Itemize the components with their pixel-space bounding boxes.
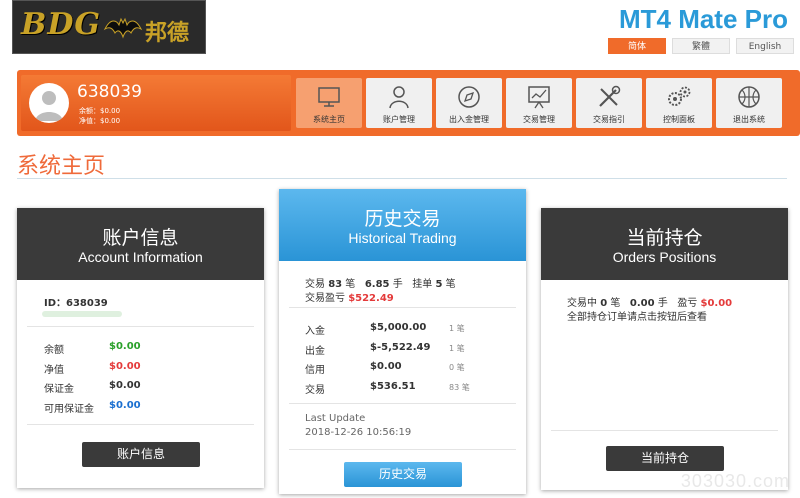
nav-label: 账户管理 [383, 115, 415, 124]
balance-value: $0.00 [109, 341, 141, 352]
equity-value: $0.00 [109, 361, 141, 372]
positions-button[interactable]: 当前持仓 [606, 446, 724, 471]
margin-value: $0.00 [109, 380, 141, 391]
equity-label: 净值 [44, 365, 64, 376]
user-icon [35, 91, 63, 121]
blurred-text [42, 311, 122, 317]
pending-unit: 笔 [445, 279, 456, 290]
deposit-value: $5,000.00 [370, 322, 427, 333]
bat-logo-icon [103, 17, 143, 39]
history-button[interactable]: 历史交易 [344, 462, 462, 487]
nav-item-logout[interactable]: 退出系统 [716, 78, 782, 128]
logo-text: BDG [21, 7, 101, 42]
nav-item-home[interactable]: 系统主页 [296, 78, 362, 128]
nav-label: 交易指引 [593, 115, 625, 124]
history-title-en: Historical Trading [348, 230, 457, 246]
account-info-header: 账户信息 Account Information [17, 208, 264, 280]
nav-menu: 系统主页 账户管理 出入金管理 交易管理 交易指引 控制面板 退出系统 [296, 78, 782, 128]
brand-title: MT4 Mate Pro [618, 4, 788, 34]
title-divider [17, 178, 787, 179]
divider [289, 307, 516, 308]
history-title-cn: 历史交易 [364, 208, 441, 230]
profit-value: $522.49 [348, 293, 394, 304]
divider [551, 430, 778, 431]
logo: BDG 邦德 [12, 0, 206, 54]
positions-title-cn: 当前持仓 [626, 227, 703, 249]
pending-label: 挂单 [412, 279, 433, 290]
credit-label: 信用 [305, 365, 325, 376]
divider [27, 326, 254, 327]
positions-summary-line: 交易中 0 笔 0.00 手 盈亏 $0.00 [567, 294, 732, 309]
lang-traditional[interactable]: 繁體 [672, 38, 730, 54]
credit-count: 0 笔 [449, 363, 465, 372]
account-id-label: ID：638039 [44, 298, 108, 309]
divider [289, 403, 516, 404]
positions-header: 当前持仓 Orders Positions [541, 208, 788, 280]
nav-label: 出入金管理 [449, 115, 489, 124]
withdrawal-label: 出金 [305, 346, 325, 357]
trade-total-label: 交易 [305, 385, 325, 396]
logo-chinese: 邦德 [145, 21, 190, 46]
divider [27, 424, 254, 425]
nav-item-guide[interactable]: 交易指引 [576, 78, 642, 128]
history-profit-line: 交易盈亏 $522.49 [305, 289, 394, 304]
account-info-title-en: Account Information [78, 249, 203, 265]
credit-value: $0.00 [370, 361, 402, 372]
account-id: 638039 [77, 82, 142, 102]
withdrawal-value: $-5,522.49 [370, 342, 431, 353]
last-update-value: 2018-12-26 10:56:19 [305, 427, 412, 438]
margin-label: 保证金 [44, 384, 74, 395]
nav-label: 退出系统 [733, 115, 765, 124]
nav-item-funds[interactable]: 出入金管理 [436, 78, 502, 128]
deposit-label: 入金 [305, 326, 325, 337]
profit-label: 交易盈亏 [305, 293, 345, 304]
account-info-button[interactable]: 账户信息 [82, 442, 200, 467]
history-card: 历史交易 Historical Trading 交易 83 笔 6.85 手 挂… [279, 189, 526, 494]
withdrawal-count: 1 笔 [449, 344, 465, 353]
nav-label: 系统主页 [313, 115, 345, 124]
pending-count: 5 [435, 279, 443, 290]
divider [289, 449, 516, 450]
positions-title-en: Orders Positions [612, 249, 717, 265]
gears-icon [668, 86, 691, 106]
monitor-icon [318, 87, 340, 107]
account-summary: 638039 余额：$0.00 净值：$0.00 [21, 75, 291, 131]
nav-label: 交易管理 [523, 115, 555, 124]
deposit-count: 1 笔 [449, 324, 465, 333]
positions-card: 当前持仓 Orders Positions 交易中 0 笔 0.00 手 盈亏 … [541, 208, 788, 490]
lang-simplified[interactable]: 简体 [608, 38, 666, 54]
balance-label: 余额 [44, 345, 64, 356]
avatar [29, 83, 69, 123]
page-title: 系统主页 [17, 154, 106, 179]
nav-item-trading[interactable]: 交易管理 [506, 78, 572, 128]
trade-total-count: 83 笔 [449, 383, 470, 392]
account-info-title-cn: 账户信息 [102, 227, 179, 249]
person-icon [389, 86, 409, 109]
history-header: 历史交易 Historical Trading [279, 189, 526, 261]
nav-label: 控制面板 [663, 115, 695, 124]
free-margin-label: 可用保证金 [44, 404, 94, 415]
free-margin-value: $0.00 [109, 400, 141, 411]
chart-board-icon [528, 86, 550, 109]
compass-icon [458, 86, 480, 108]
account-balance: 余额：$0.00 [79, 107, 121, 115]
positions-note: 全部持仓订单请点击按钮后查看 [567, 312, 707, 323]
trade-total-value: $536.51 [370, 381, 416, 392]
lots-unit: 手 [392, 279, 403, 290]
account-equity: 净值：$0.00 [79, 117, 121, 125]
lang-english[interactable]: English [736, 38, 794, 54]
language-switcher: 简体 繁體 English [608, 38, 794, 54]
last-update-label: Last Update [305, 413, 366, 424]
watermark: 303030.com [680, 471, 790, 491]
nav-item-account[interactable]: 账户管理 [366, 78, 432, 128]
nav-item-control-panel[interactable]: 控制面板 [646, 78, 712, 128]
top-navbar: 638039 余额：$0.00 净值：$0.00 系统主页 账户管理 出入金管理… [17, 70, 800, 136]
tools-icon [599, 85, 621, 107]
basketball-icon [738, 86, 760, 108]
account-info-card: 账户信息 Account Information ID：638039 余额 $0… [17, 208, 264, 488]
history-summary-line: 交易 83 笔 6.85 手 挂单 5 笔 [305, 275, 456, 290]
